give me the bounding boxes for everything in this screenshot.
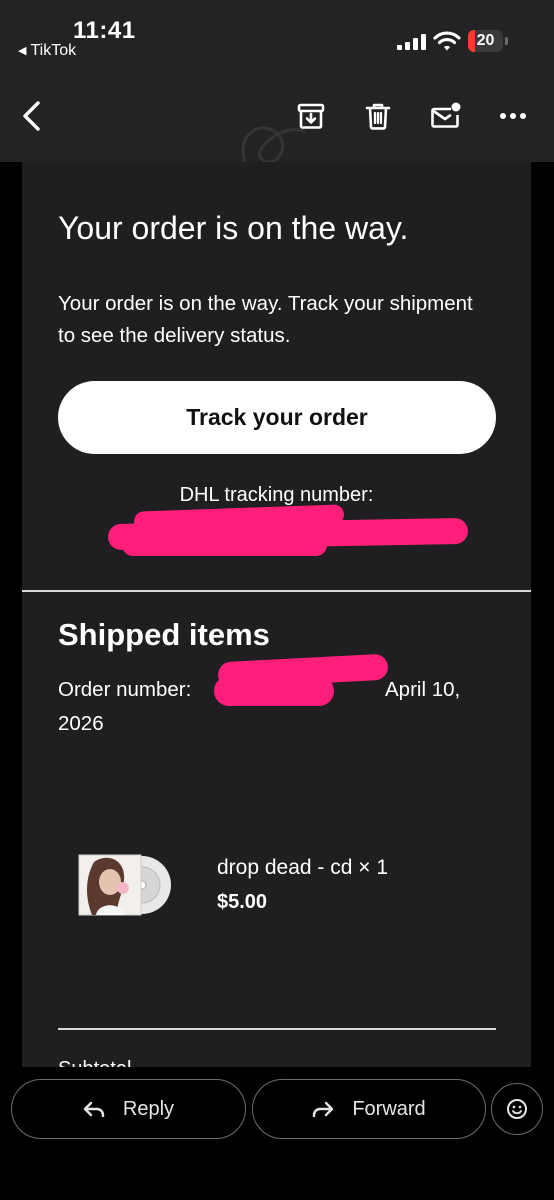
reply-arrow-icon: [83, 1101, 105, 1117]
delete-button[interactable]: [354, 92, 402, 140]
battery-percent: 20: [476, 32, 495, 49]
track-order-button[interactable]: Track your order: [58, 381, 496, 454]
back-app-label: TikTok: [30, 42, 77, 59]
battery-body: 20: [468, 30, 503, 52]
wifi-icon: [433, 31, 461, 51]
battery-indicator: 20: [468, 30, 508, 52]
reply-button[interactable]: Reply: [11, 1079, 246, 1139]
mail-toolbar: [0, 70, 554, 164]
cellular-signal-icon: [397, 34, 426, 50]
back-triangle-icon: ◀: [18, 45, 27, 57]
archive-icon: [297, 103, 325, 129]
email-message: Your order is on the way. Track your shi…: [58, 292, 473, 347]
mark-unread-button[interactable]: [422, 92, 470, 140]
mail-unread-icon: [431, 102, 461, 128]
order-number-redaction: [214, 676, 334, 706]
more-options-button[interactable]: [489, 92, 537, 140]
forward-label: Forward: [352, 1097, 426, 1120]
status-time: 11:41: [73, 17, 136, 44]
emoji-reaction-button[interactable]: [491, 1083, 543, 1135]
forward-arrow-icon: [312, 1101, 334, 1117]
battery-nub: [505, 37, 508, 45]
product-thumbnail: [78, 854, 171, 916]
reply-label: Reply: [122, 1097, 175, 1120]
status-bar: 11:41 ◀ TikTok 20: [0, 0, 554, 70]
more-horizontal-icon: [500, 113, 526, 119]
section-divider: [58, 1028, 496, 1030]
archive-button[interactable]: [287, 92, 335, 140]
back-button[interactable]: [8, 92, 56, 140]
shipped-items-heading: Shipped items: [58, 617, 270, 652]
chevron-left-icon: [23, 101, 40, 131]
reply-action-bar: Reply Forward: [0, 1067, 554, 1200]
subtotal-label: Subtotal: [58, 1058, 131, 1067]
forward-button[interactable]: Forward: [252, 1079, 486, 1139]
email-body: Your order is on the way. Your order is …: [22, 162, 531, 1067]
emoji-smile-icon: [507, 1099, 527, 1119]
tracking-number-redaction: [122, 534, 327, 556]
section-divider: [22, 590, 531, 592]
order-number-label: Order number:: [58, 678, 197, 701]
back-to-app-link[interactable]: ◀ TikTok: [18, 42, 76, 60]
item-price: $5.00: [217, 891, 268, 913]
trash-icon: [365, 103, 391, 130]
email-headline: Your order is on the way.: [58, 210, 409, 246]
item-name: drop dead - cd × 1: [217, 856, 389, 879]
tracking-number-label: DHL tracking number:: [179, 484, 374, 506]
